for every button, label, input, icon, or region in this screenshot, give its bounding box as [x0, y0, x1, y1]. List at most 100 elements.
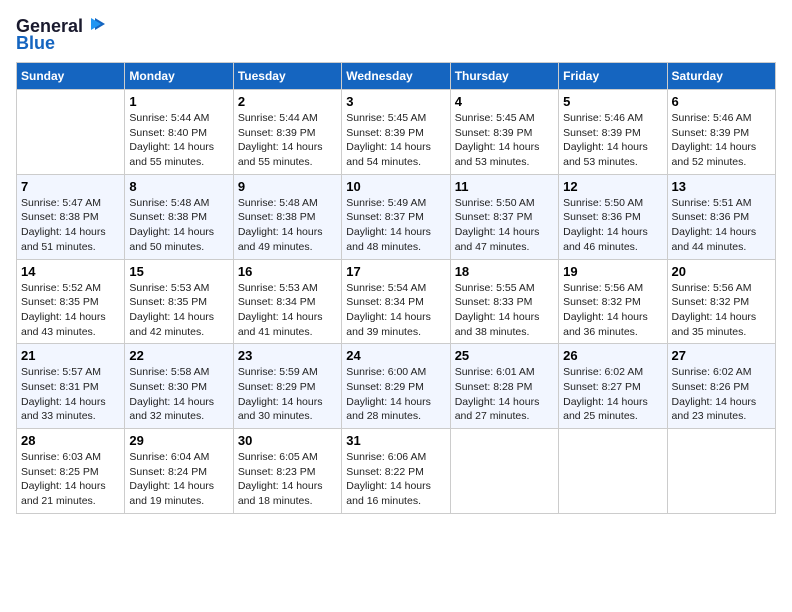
- day-info: Sunrise: 5:53 AMSunset: 8:34 PMDaylight:…: [238, 281, 337, 340]
- day-number: 21: [21, 348, 120, 363]
- day-info: Sunrise: 5:53 AMSunset: 8:35 PMDaylight:…: [129, 281, 228, 340]
- day-number: 17: [346, 264, 445, 279]
- day-info: Sunrise: 5:49 AMSunset: 8:37 PMDaylight:…: [346, 196, 445, 255]
- day-number: 23: [238, 348, 337, 363]
- calendar-cell: 13 Sunrise: 5:51 AMSunset: 8:36 PMDayligh…: [667, 174, 775, 259]
- day-number: 20: [672, 264, 771, 279]
- calendar-cell: 22 Sunrise: 5:58 AMSunset: 8:30 PMDayligh…: [125, 344, 233, 429]
- calendar-cell: 26 Sunrise: 6:02 AMSunset: 8:27 PMDayligh…: [559, 344, 667, 429]
- day-info: Sunrise: 5:57 AMSunset: 8:31 PMDaylight:…: [21, 365, 120, 424]
- calendar-cell: 24Sunrise: 6:00 AMSunset: 8:29 PMDayligh…: [342, 344, 450, 429]
- day-number: 27: [672, 348, 771, 363]
- day-number: 16: [238, 264, 337, 279]
- calendar-cell: [667, 429, 775, 514]
- day-number: 15: [129, 264, 228, 279]
- day-info: Sunrise: 6:02 AMSunset: 8:26 PMDaylight:…: [672, 365, 771, 424]
- calendar-cell: 7 Sunrise: 5:47 AMSunset: 8:38 PMDaylight…: [17, 174, 125, 259]
- calendar-week-row: 1 Sunrise: 5:44 AMSunset: 8:40 PMDaylight…: [17, 90, 776, 175]
- day-info: Sunrise: 5:48 AMSunset: 8:38 PMDaylight:…: [129, 196, 228, 255]
- day-info: Sunrise: 5:54 AMSunset: 8:34 PMDaylight:…: [346, 281, 445, 340]
- calendar-cell: 21 Sunrise: 5:57 AMSunset: 8:31 PMDayligh…: [17, 344, 125, 429]
- calendar-week-row: 21 Sunrise: 5:57 AMSunset: 8:31 PMDayligh…: [17, 344, 776, 429]
- day-info: Sunrise: 5:59 AMSunset: 8:29 PMDaylight:…: [238, 365, 337, 424]
- day-info: Sunrise: 6:04 AMSunset: 8:24 PMDaylight:…: [129, 450, 228, 509]
- calendar-cell: 28 Sunrise: 6:03 AMSunset: 8:25 PMDayligh…: [17, 429, 125, 514]
- day-header-tuesday: Tuesday: [233, 63, 341, 90]
- day-info: Sunrise: 5:58 AMSunset: 8:30 PMDaylight:…: [129, 365, 228, 424]
- calendar-cell: 16 Sunrise: 5:53 AMSunset: 8:34 PMDayligh…: [233, 259, 341, 344]
- day-info: Sunrise: 6:03 AMSunset: 8:25 PMDaylight:…: [21, 450, 120, 509]
- day-number: 4: [455, 94, 554, 109]
- day-number: 29: [129, 433, 228, 448]
- day-info: Sunrise: 5:56 AMSunset: 8:32 PMDaylight:…: [563, 281, 662, 340]
- day-number: 30: [238, 433, 337, 448]
- day-number: 7: [21, 179, 120, 194]
- day-info: Sunrise: 5:44 AMSunset: 8:40 PMDaylight:…: [129, 111, 228, 170]
- calendar-cell: 27 Sunrise: 6:02 AMSunset: 8:26 PMDayligh…: [667, 344, 775, 429]
- calendar-week-row: 7 Sunrise: 5:47 AMSunset: 8:38 PMDaylight…: [17, 174, 776, 259]
- calendar-cell: 20Sunrise: 5:56 AMSunset: 8:32 PMDayligh…: [667, 259, 775, 344]
- calendar-cell: [450, 429, 558, 514]
- day-number: 2: [238, 94, 337, 109]
- day-number: 28: [21, 433, 120, 448]
- day-number: 8: [129, 179, 228, 194]
- day-info: Sunrise: 5:55 AMSunset: 8:33 PMDaylight:…: [455, 281, 554, 340]
- day-info: Sunrise: 6:01 AMSunset: 8:28 PMDaylight:…: [455, 365, 554, 424]
- calendar-cell: 25Sunrise: 6:01 AMSunset: 8:28 PMDayligh…: [450, 344, 558, 429]
- calendar-cell: 31Sunrise: 6:06 AMSunset: 8:22 PMDayligh…: [342, 429, 450, 514]
- calendar-cell: 5Sunrise: 5:46 AMSunset: 8:39 PMDaylight…: [559, 90, 667, 175]
- day-info: Sunrise: 5:52 AMSunset: 8:35 PMDaylight:…: [21, 281, 120, 340]
- calendar-cell: 1 Sunrise: 5:44 AMSunset: 8:40 PMDaylight…: [125, 90, 233, 175]
- day-number: 18: [455, 264, 554, 279]
- day-info: Sunrise: 6:02 AMSunset: 8:27 PMDaylight:…: [563, 365, 662, 424]
- calendar-cell: 3 Sunrise: 5:45 AMSunset: 8:39 PMDaylight…: [342, 90, 450, 175]
- day-info: Sunrise: 6:06 AMSunset: 8:22 PMDaylight:…: [346, 450, 445, 509]
- day-info: Sunrise: 5:45 AMSunset: 8:39 PMDaylight:…: [346, 111, 445, 170]
- day-info: Sunrise: 5:50 AMSunset: 8:37 PMDaylight:…: [455, 196, 554, 255]
- calendar-week-row: 14 Sunrise: 5:52 AMSunset: 8:35 PMDayligh…: [17, 259, 776, 344]
- day-header-wednesday: Wednesday: [342, 63, 450, 90]
- day-number: 9: [238, 179, 337, 194]
- day-number: 12: [563, 179, 662, 194]
- calendar-cell: 30 Sunrise: 6:05 AMSunset: 8:23 PMDayligh…: [233, 429, 341, 514]
- calendar-cell: [559, 429, 667, 514]
- day-number: 13: [672, 179, 771, 194]
- day-header-saturday: Saturday: [667, 63, 775, 90]
- calendar-table: SundayMondayTuesdayWednesdayThursdayFrid…: [16, 62, 776, 514]
- day-number: 5: [563, 94, 662, 109]
- day-info: Sunrise: 5:48 AMSunset: 8:38 PMDaylight:…: [238, 196, 337, 255]
- day-info: Sunrise: 5:51 AMSunset: 8:36 PMDaylight:…: [672, 196, 771, 255]
- calendar-cell: 4Sunrise: 5:45 AMSunset: 8:39 PMDaylight…: [450, 90, 558, 175]
- day-header-friday: Friday: [559, 63, 667, 90]
- calendar-cell: 10 Sunrise: 5:49 AMSunset: 8:37 PMDayligh…: [342, 174, 450, 259]
- day-info: Sunrise: 5:46 AMSunset: 8:39 PMDaylight:…: [672, 111, 771, 170]
- calendar-cell: 15 Sunrise: 5:53 AMSunset: 8:35 PMDayligh…: [125, 259, 233, 344]
- day-info: Sunrise: 6:05 AMSunset: 8:23 PMDaylight:…: [238, 450, 337, 509]
- calendar-week-row: 28 Sunrise: 6:03 AMSunset: 8:25 PMDayligh…: [17, 429, 776, 514]
- day-number: 11: [455, 179, 554, 194]
- calendar-cell: 14 Sunrise: 5:52 AMSunset: 8:35 PMDayligh…: [17, 259, 125, 344]
- logo: General Blue: [16, 16, 105, 54]
- calendar-cell: 9 Sunrise: 5:48 AMSunset: 8:38 PMDaylight…: [233, 174, 341, 259]
- day-header-monday: Monday: [125, 63, 233, 90]
- day-number: 14: [21, 264, 120, 279]
- day-number: 10: [346, 179, 445, 194]
- day-number: 24: [346, 348, 445, 363]
- calendar-cell: 29 Sunrise: 6:04 AMSunset: 8:24 PMDayligh…: [125, 429, 233, 514]
- day-number: 22: [129, 348, 228, 363]
- calendar-cell: 19 Sunrise: 5:56 AMSunset: 8:32 PMDayligh…: [559, 259, 667, 344]
- day-info: Sunrise: 5:47 AMSunset: 8:38 PMDaylight:…: [21, 196, 120, 255]
- calendar-cell: [17, 90, 125, 175]
- day-number: 1: [129, 94, 228, 109]
- day-number: 19: [563, 264, 662, 279]
- logo-flag-icon: [85, 18, 105, 36]
- calendar-cell: 23 Sunrise: 5:59 AMSunset: 8:29 PMDayligh…: [233, 344, 341, 429]
- day-number: 26: [563, 348, 662, 363]
- logo-blue-text: Blue: [16, 33, 55, 54]
- day-header-thursday: Thursday: [450, 63, 558, 90]
- day-header-sunday: Sunday: [17, 63, 125, 90]
- calendar-cell: 12Sunrise: 5:50 AMSunset: 8:36 PMDayligh…: [559, 174, 667, 259]
- calendar-cell: 8 Sunrise: 5:48 AMSunset: 8:38 PMDaylight…: [125, 174, 233, 259]
- day-number: 3: [346, 94, 445, 109]
- calendar-cell: 17 Sunrise: 5:54 AMSunset: 8:34 PMDayligh…: [342, 259, 450, 344]
